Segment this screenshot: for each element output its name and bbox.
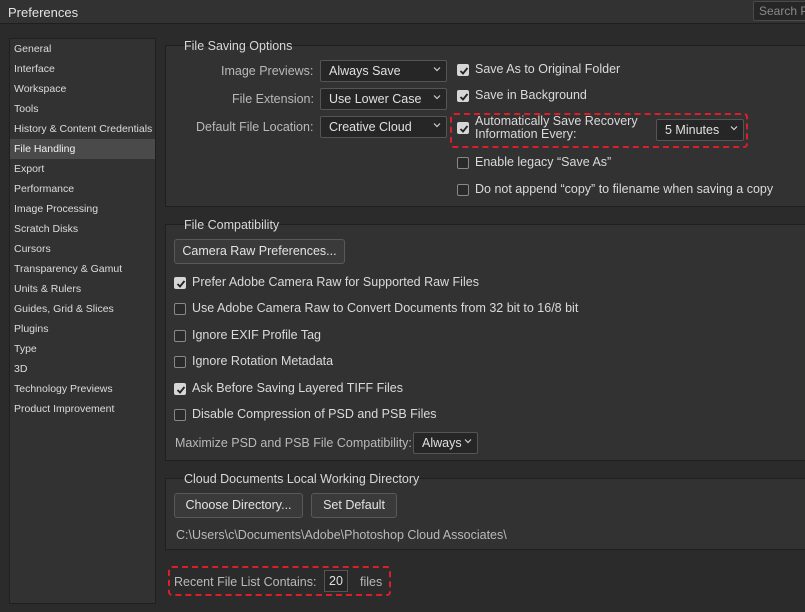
- sidebar-item-interface[interactable]: Interface: [10, 59, 155, 79]
- sidebar-item-general[interactable]: General: [10, 39, 155, 59]
- ignore-exif-checkbox[interactable]: [174, 330, 186, 342]
- no-copy-checkbox[interactable]: [457, 184, 469, 196]
- auto-save-checkbox[interactable]: [457, 122, 469, 134]
- checkmark-icon: [176, 386, 186, 394]
- sidebar-item-3d[interactable]: 3D: [10, 359, 155, 379]
- maximize-compat-select[interactable]: Always: [413, 432, 478, 454]
- prefer-camera-raw-label: Prefer Adobe Camera Raw for Supported Ra…: [192, 275, 479, 289]
- no-copy-label: Do not append “copy” to filename when sa…: [475, 182, 774, 196]
- save-as-original-label: Save As to Original Folder: [475, 62, 621, 76]
- sidebar-item-file-handling[interactable]: File Handling: [10, 139, 155, 159]
- sidebar-item-image-processing[interactable]: Image Processing: [10, 199, 155, 219]
- sidebar-item-units[interactable]: Units & Rulers: [10, 279, 155, 299]
- set-default-button[interactable]: Set Default: [311, 493, 397, 518]
- sidebar-item-tools[interactable]: Tools: [10, 99, 155, 119]
- ask-tiff-label: Ask Before Saving Layered TIFF Files: [192, 381, 403, 395]
- sidebar-item-guides[interactable]: Guides, Grid & Slices: [10, 299, 155, 319]
- save-in-background-label: Save in Background: [475, 88, 587, 102]
- file-extension-label: File Extension:: [232, 92, 314, 106]
- sidebar-item-tech-previews[interactable]: Technology Previews: [10, 379, 155, 399]
- file-extension-select[interactable]: Use Lower Case: [320, 88, 447, 110]
- cloud-docs-title: Cloud Documents Local Working Directory: [184, 472, 420, 486]
- image-previews-select[interactable]: Always Save: [320, 60, 447, 82]
- disable-compression-label: Disable Compression of PSD and PSB Files: [192, 407, 437, 421]
- maximize-compat-label: Maximize PSD and PSB File Compatibility:: [175, 436, 412, 450]
- checkmark-icon: [459, 93, 469, 101]
- file-compat-title: File Compatibility: [184, 218, 280, 232]
- prefer-camera-raw-checkbox[interactable]: [174, 277, 186, 289]
- checkmark-icon: [459, 67, 469, 75]
- camera-raw-preferences-button[interactable]: Camera Raw Preferences...: [174, 239, 345, 264]
- ignore-rotation-checkbox[interactable]: [174, 356, 186, 368]
- file-saving-title: File Saving Options: [184, 39, 293, 53]
- sidebar-item-history[interactable]: History & Content Credentials: [10, 119, 155, 139]
- recent-files-label: Recent File List Contains:: [174, 575, 317, 589]
- chevron-down-icon: [433, 67, 441, 72]
- convert-32bit-label: Use Adobe Camera Raw to Convert Document…: [192, 301, 579, 315]
- default-location-label: Default File Location:: [196, 120, 314, 134]
- sidebar-item-product-improvement[interactable]: Product Improvement: [10, 399, 155, 419]
- legacy-save-as-label: Enable legacy “Save As”: [475, 155, 612, 169]
- ignore-rotation-label: Ignore Rotation Metadata: [192, 354, 334, 368]
- sidebar-item-scratch-disks[interactable]: Scratch Disks: [10, 219, 155, 239]
- image-previews-label: Image Previews:: [221, 64, 314, 78]
- legacy-save-as-checkbox[interactable]: [457, 157, 469, 169]
- sidebar-item-workspace[interactable]: Workspace: [10, 79, 155, 99]
- cloud-docs-path: C:\Users\c\Documents\Adobe\Photoshop Clo…: [176, 528, 507, 542]
- checkmark-icon: [176, 280, 186, 288]
- sidebar-item-transparency[interactable]: Transparency & Gamut: [10, 259, 155, 279]
- chevron-down-icon: [433, 123, 441, 128]
- recent-files-input[interactable]: 20: [324, 570, 348, 592]
- convert-32bit-checkbox[interactable]: [174, 303, 186, 315]
- choose-directory-button[interactable]: Choose Directory...: [174, 493, 303, 518]
- auto-save-interval-select[interactable]: 5 Minutes: [656, 119, 744, 141]
- search-input[interactable]: Search Pr: [753, 1, 805, 21]
- default-location-select[interactable]: Creative Cloud: [320, 116, 447, 138]
- checkmark-icon: [459, 125, 469, 133]
- sidebar: General Interface Workspace Tools Histor…: [9, 38, 156, 604]
- chevron-down-icon: [464, 439, 472, 444]
- chevron-down-icon: [433, 95, 441, 100]
- save-in-background-checkbox[interactable]: [457, 90, 469, 102]
- auto-save-label-line2: Information Every:: [475, 127, 577, 141]
- disable-compression-checkbox[interactable]: [174, 409, 186, 421]
- sidebar-item-export[interactable]: Export: [10, 159, 155, 179]
- window-title: Preferences: [8, 5, 79, 20]
- title-bar: Preferences Search Pr: [0, 0, 805, 24]
- recent-files-suffix: files: [360, 575, 383, 589]
- save-as-original-checkbox[interactable]: [457, 64, 469, 76]
- ask-tiff-checkbox[interactable]: [174, 383, 186, 395]
- sidebar-item-performance[interactable]: Performance: [10, 179, 155, 199]
- sidebar-item-type[interactable]: Type: [10, 339, 155, 359]
- sidebar-item-cursors[interactable]: Cursors: [10, 239, 155, 259]
- ignore-exif-label: Ignore EXIF Profile Tag: [192, 328, 322, 342]
- chevron-down-icon: [730, 126, 738, 131]
- sidebar-item-plugins[interactable]: Plugins: [10, 319, 155, 339]
